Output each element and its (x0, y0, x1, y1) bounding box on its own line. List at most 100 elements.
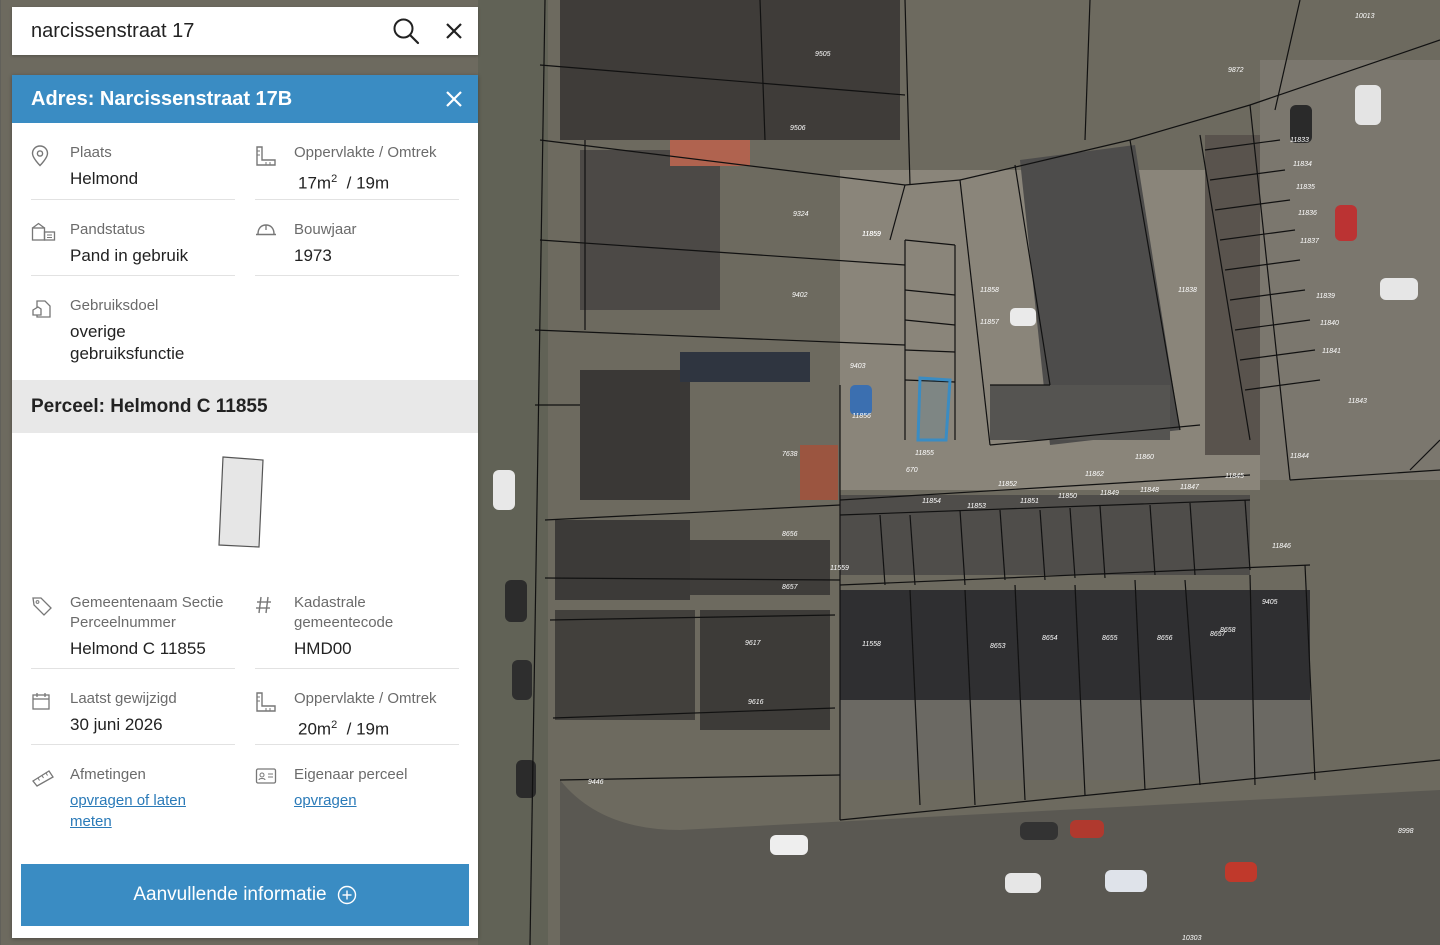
roof-block (690, 540, 830, 595)
field-label: Oppervlakte / Omtrek (294, 144, 437, 161)
parcel-number-label: 9506 (790, 125, 806, 132)
field-value: 1973 (294, 246, 332, 265)
parcel-number-label: 11849 (1100, 490, 1119, 497)
parcel-number-label: 9617 (745, 640, 762, 647)
roof-block (555, 520, 690, 600)
ruler-area-icon (256, 692, 276, 712)
field-value: overige gebruiksfunctie (70, 322, 185, 363)
field-value: HMD00 (294, 639, 352, 658)
parcel-number-label: 11835 (1296, 184, 1315, 191)
plus-circle-icon (337, 885, 356, 905)
field-eigenaar: Eigenaar perceel opvragen (255, 745, 459, 845)
close-icon (446, 91, 462, 107)
afmetingen-link[interactable]: opvragen of laten meten (70, 790, 186, 832)
car (1070, 820, 1104, 838)
field-gemeentecode: Kadastrale gemeentecode HMD00 (255, 573, 459, 669)
roof-block (580, 150, 720, 310)
search-bar (12, 7, 478, 55)
parcel-number-label: 11845 (1225, 473, 1244, 480)
parcel-number-label: 11844 (1290, 453, 1309, 460)
parcel-number-label: 8658 (1220, 627, 1236, 634)
parcel-number-label: 9405 (1262, 599, 1278, 606)
parcel-number-label: 11841 (1322, 348, 1341, 355)
eigenaar-link[interactable]: opvragen (294, 790, 357, 811)
close-panel-button[interactable] (430, 75, 478, 123)
car (1335, 205, 1357, 241)
field-label: Afmetingen (70, 766, 146, 783)
car (512, 660, 532, 700)
field-value: Helmond C 11855 (70, 639, 206, 658)
car (493, 470, 515, 510)
field-label: Gemeentenaam Sectie Perceelnummer (70, 594, 224, 631)
parcel-number-label: 9616 (748, 699, 764, 706)
parcel-shape-preview (12, 433, 478, 573)
car (505, 580, 527, 622)
field-value: 30 juni 2026 (70, 715, 163, 734)
measure-tape-icon (32, 770, 54, 787)
parcel-number-label: 11858 (980, 287, 999, 294)
parcel-number-label: 8998 (1398, 828, 1414, 835)
search-button[interactable] (382, 7, 430, 55)
field-value: 20m2 / 19m (298, 719, 390, 739)
field-afmetingen: Afmetingen opvragen of laten meten (31, 745, 235, 845)
search-icon (393, 18, 420, 45)
parcel-number-label: 670 (906, 467, 918, 474)
clear-search-button[interactable] (430, 7, 478, 55)
search-input[interactable] (12, 7, 382, 55)
address-fields: Plaats Helmond Oppervlakte / Omtrek 17m2… (12, 123, 478, 380)
roof-red (800, 445, 838, 500)
backyards (840, 700, 1310, 780)
address-title: Adres: Narcissenstraat 17B (31, 87, 293, 110)
car (1005, 873, 1041, 893)
building-status-icon (31, 222, 56, 241)
parcel-number-label: 11855 (915, 450, 934, 457)
id-card-icon (255, 768, 277, 784)
parcel-number-label: 11850 (1058, 493, 1077, 500)
field-gemeentenaam: Gemeentenaam Sectie Perceelnummer Helmond… (31, 573, 235, 669)
car (770, 835, 808, 855)
parcel-number-label: 7638 (782, 451, 798, 458)
field-oppervlakte-perceel: Oppervlakte / Omtrek 20m2 / 19m (255, 669, 459, 745)
parcel-number-label: 11837 (1300, 238, 1320, 245)
car (1105, 870, 1147, 892)
helmet-icon (256, 224, 276, 236)
field-label: Pandstatus (70, 221, 146, 238)
parcel-outline (218, 456, 264, 548)
aanvullende-informatie-button[interactable]: Aanvullende informatie (21, 864, 469, 926)
roof-block (560, 0, 900, 140)
field-label: Bouwjaar (294, 221, 357, 238)
field-oppervlakte: Oppervlakte / Omtrek 17m2 / 19m (255, 123, 459, 200)
parcel-number-label: 11836 (1298, 210, 1317, 217)
parcel-number-label: 8656 (1157, 635, 1173, 642)
usage-icon (32, 300, 51, 318)
parcel-number-label: 11862 (1085, 471, 1104, 478)
field-value: 17m2 / 19m (298, 173, 390, 193)
parcel-number-label: 11558 (862, 641, 881, 648)
field-gebruiksdoel: Gebruiksdoel overige gebruiksfunctie (31, 276, 235, 380)
parcel-number-label: 8657 (782, 584, 799, 591)
solar-roof (680, 352, 810, 382)
parcel-fields: Gemeentenaam Sectie Perceelnummer Helmond… (12, 573, 478, 845)
field-pandstatus: Pandstatus Pand in gebruik (31, 200, 235, 276)
car (1020, 822, 1058, 840)
parcel-number-label: 9446 (588, 779, 604, 786)
parcel-number-label: 11853 (967, 503, 986, 510)
parcel-number-label: 9324 (793, 211, 809, 218)
field-label: Gebruiksdoel (70, 297, 159, 314)
parcel-number-label: 11834 (1293, 161, 1312, 168)
car (1380, 278, 1418, 300)
field-label: Oppervlakte / Omtrek (294, 690, 437, 707)
parcel-number-label: 9403 (850, 363, 866, 370)
parcel-number-label: 10013 (1355, 13, 1375, 20)
parcel-number-label: 11856 (852, 413, 871, 420)
location-pin-icon (31, 145, 49, 167)
calendar-icon (32, 693, 50, 710)
field-laatst-gewijzigd: Laatst gewijzigd 30 juni 2026 (31, 669, 235, 745)
field-label: Plaats (70, 144, 112, 161)
car (850, 385, 872, 415)
parcel-section-title: Perceel: Helmond C 11855 (12, 380, 478, 433)
selected-parcel-highlight[interactable] (916, 376, 952, 442)
car (1355, 85, 1381, 125)
parcel-number-label: 9402 (792, 292, 808, 299)
parcel-number-label: 11843 (1348, 398, 1367, 405)
